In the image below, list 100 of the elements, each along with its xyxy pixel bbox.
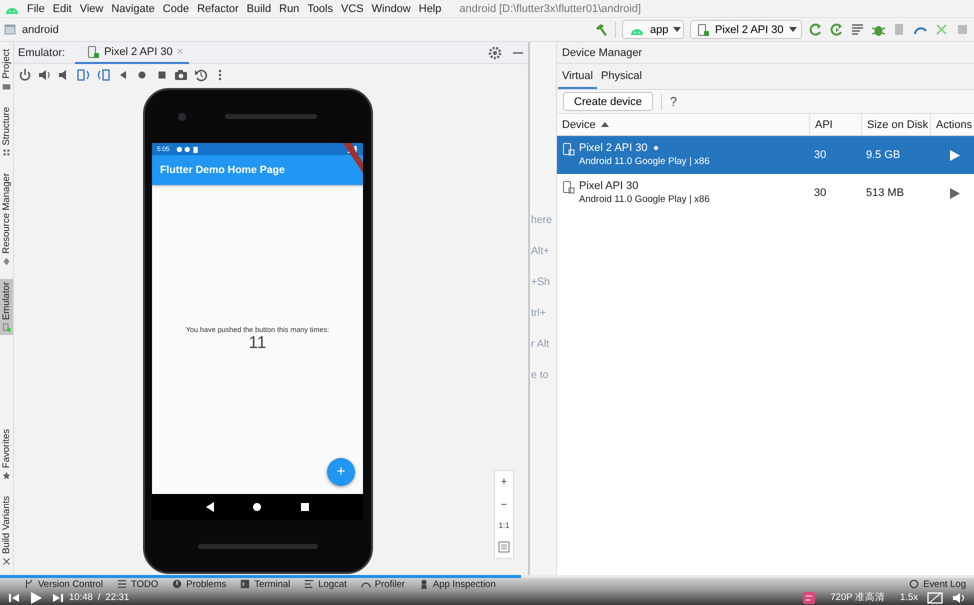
apply-changes-icon[interactable]	[808, 22, 823, 37]
window-title: android [D:\flutter3x\flutter01\android]	[459, 2, 641, 14]
menu-item[interactable]: Refactor	[193, 2, 243, 14]
settings-icon[interactable]	[488, 46, 502, 60]
list-icon[interactable]	[850, 22, 865, 37]
device-row[interactable]: Pixel 2 API 30 Android 11.0 Google Play | x86 30 9.5 GB	[557, 136, 974, 174]
hint-text: e to	[531, 369, 550, 382]
star-icon	[2, 471, 11, 480]
menu-item[interactable]: Code	[158, 2, 194, 14]
list-icon	[304, 579, 314, 589]
screen-icon[interactable]	[927, 592, 943, 604]
zoom-out-button[interactable]: −	[500, 498, 508, 511]
folder-icon	[4, 24, 16, 35]
play-icon[interactable]	[29, 590, 43, 604]
reset-icon[interactable]	[194, 68, 208, 82]
device-dropdown[interactable]: Pixel 2 API 30	[690, 20, 802, 39]
zoom-in-button[interactable]: +	[500, 476, 508, 488]
counter-text: 11	[248, 334, 266, 352]
panel-title: Device Manager	[557, 42, 974, 64]
device-detail: Android 11.0 Google Play | x86	[579, 194, 710, 205]
apply-code-icon[interactable]	[829, 22, 844, 37]
home-icon[interactable]	[252, 502, 262, 512]
tool-window-tab[interactable]: Build Variants	[0, 493, 13, 569]
device-tab[interactable]: Pixel 2 API 30 ×	[75, 42, 190, 64]
overview-icon[interactable]	[300, 502, 310, 512]
volume-up-icon[interactable]	[38, 68, 52, 82]
column-header[interactable]: Device	[557, 114, 809, 135]
rotate-right-icon[interactable]	[96, 68, 110, 82]
caret-icon	[788, 27, 796, 32]
subtitle-icon[interactable]	[803, 592, 816, 604]
tool-window-button[interactable]: Logcat	[304, 578, 347, 590]
video-progress-bar[interactable]	[0, 575, 974, 578]
tool-window-button[interactable]: App Inspection	[418, 578, 496, 590]
size-cell: 9.5 GB	[866, 149, 900, 161]
sort-icon	[600, 122, 609, 127]
menu-item[interactable]: File	[23, 2, 49, 14]
hint-text: +Sh	[531, 276, 551, 289]
terminal-icon	[240, 579, 250, 589]
play-icon[interactable]	[950, 188, 960, 198]
menu-item[interactable]: Help	[414, 2, 446, 14]
speed-button[interactable]: 1.5x	[900, 592, 918, 603]
menu-item[interactable]: Window	[368, 2, 415, 14]
play-icon[interactable]	[950, 150, 960, 160]
event-log-button[interactable]: Event Log	[909, 578, 966, 590]
help-button[interactable]: ?	[670, 94, 678, 109]
bubble-icon	[909, 579, 920, 589]
menu-item[interactable]: Build	[242, 2, 276, 14]
structure-icon	[2, 148, 11, 158]
breadcrumb[interactable]: android	[22, 24, 59, 36]
size-cell: 513 MB	[866, 187, 904, 199]
run-config-dropdown[interactable]: app	[622, 20, 684, 39]
time-separator: /	[98, 592, 100, 603]
next-icon[interactable]	[52, 592, 64, 604]
tool-window-button[interactable]: Profiler	[360, 578, 405, 590]
column-header[interactable]: API	[809, 114, 861, 135]
column-header[interactable]: Size on Disk	[861, 114, 930, 135]
warning-icon	[172, 579, 182, 589]
actual-size-button[interactable]: 1:1	[498, 521, 510, 530]
folder-icon	[2, 82, 11, 91]
menu-item[interactable]: View	[76, 2, 108, 14]
tool-window-tab[interactable]: Emulator	[0, 278, 13, 335]
api-cell: 30	[814, 149, 826, 161]
volume-icon[interactable]	[952, 592, 966, 604]
rotate-left-icon[interactable]	[76, 68, 90, 82]
column-header[interactable]: Actions	[930, 114, 974, 135]
device-name: Pixel API 30	[579, 180, 638, 192]
quality-button[interactable]: 720P 准高清	[830, 591, 886, 604]
tool-window-tab[interactable]: Favorites	[0, 426, 13, 484]
list-icon	[116, 579, 127, 589]
create-device-button[interactable]: Create device	[563, 92, 653, 111]
tab[interactable]: Physical	[596, 64, 646, 89]
menu-item[interactable]: Run	[275, 2, 304, 14]
menu-item[interactable]: Edit	[48, 2, 76, 14]
tool-window-button[interactable]: TODO	[116, 578, 158, 590]
current-time: 10:48	[69, 592, 93, 603]
inspect-icon	[418, 579, 429, 589]
menu-item[interactable]: VCS	[337, 2, 368, 14]
tool-window-button[interactable]: Terminal	[240, 578, 290, 590]
power-icon[interactable]	[18, 68, 32, 82]
api-cell: 30	[814, 187, 826, 199]
menu-item[interactable]: Navigate	[107, 2, 159, 14]
menu-item[interactable]: Tools	[303, 2, 337, 14]
device-detail: Android 11.0 Google Play | x86	[579, 156, 710, 167]
tool-window-tab[interactable]: Project	[0, 46, 13, 94]
phone-icon	[697, 22, 710, 36]
app-title: Flutter Demo Home Page	[160, 164, 285, 176]
branch-icon	[24, 579, 34, 589]
hint-text: trl+	[531, 307, 547, 320]
tool-window-button[interactable]: Problems	[172, 578, 226, 590]
phone-icon	[562, 180, 575, 194]
back-icon[interactable]	[204, 502, 215, 512]
fit-screen-icon[interactable]	[498, 540, 510, 553]
camera-icon[interactable]	[174, 68, 188, 82]
tool-window-button[interactable]: Version Control	[24, 578, 103, 590]
duration: 22:31	[105, 592, 130, 603]
phone-icon	[562, 142, 575, 156]
tool-window-tab[interactable]: Resource Manager	[0, 170, 13, 269]
tool-window-tab[interactable]: Structure	[0, 104, 13, 160]
previous-icon[interactable]	[8, 592, 20, 604]
device-row[interactable]: Pixel API 30 Android 11.0 Google Play | x86 30 513 MB	[557, 174, 974, 212]
